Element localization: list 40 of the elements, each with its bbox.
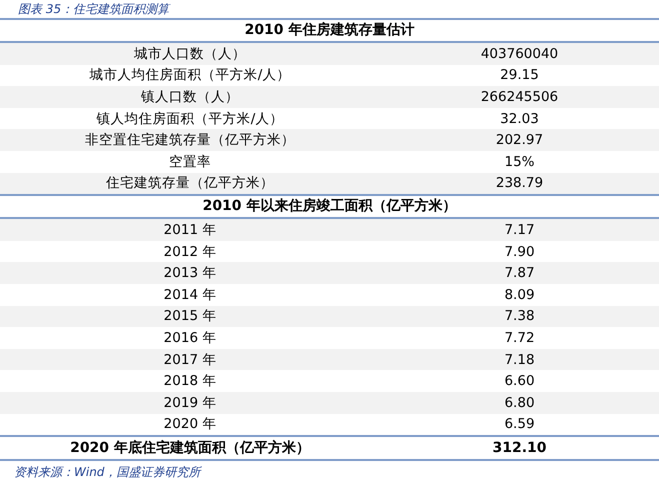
row-value: 238.79: [494, 175, 544, 192]
row-value: 7.72: [503, 330, 536, 346]
row-value: 202.97: [494, 132, 544, 148]
section-heading: 2010 年以来住房竣工面积（亿平方米）: [202, 196, 458, 216]
row-label: 镇人口数（人）: [140, 88, 240, 106]
row-label: 镇人均住房面积（平方米/人）: [96, 110, 284, 128]
row-value: 32.03: [499, 110, 540, 127]
row-value: 7.38: [503, 308, 536, 324]
row-label: 2020 年: [162, 415, 218, 434]
row-value: 6.60: [503, 373, 536, 390]
row-label: 住宅建筑存量（亿平方米）: [105, 174, 275, 192]
row-label: 城市人口数（人）: [133, 44, 247, 63]
row-value: 7.87: [503, 265, 536, 282]
figure-caption: 图表 35：住宅建筑面积测算: [17, 1, 172, 18]
row-label: 2015 年: [162, 307, 218, 326]
row-label: 城市人均住房面积（平方米/人）: [88, 66, 292, 84]
row-value: 15%: [503, 154, 536, 170]
source-note: 资料来源：Wind，国盛证券研究所: [13, 464, 203, 481]
row-value: 7.17: [503, 222, 536, 238]
row-value: 8.09: [503, 286, 536, 303]
row-value: 29.15: [499, 67, 540, 84]
total-label: 2020 年底住宅建筑面积（亿平方米）: [69, 438, 311, 457]
row-label: 空置率: [168, 152, 212, 171]
section-heading: 2010 年住房建筑存量估计: [244, 20, 416, 40]
row-value: 7.90: [503, 244, 536, 260]
row-label: 2017 年: [162, 350, 218, 369]
row-label: 2019 年: [162, 394, 218, 412]
row-value: 6.59: [503, 416, 536, 432]
row-value: 403760040: [480, 46, 560, 62]
row-label: 2018 年: [162, 372, 218, 390]
row-value: 266245506: [480, 88, 560, 105]
row-label: 2012 年: [162, 242, 218, 261]
row-label: 2014 年: [162, 286, 218, 304]
total-value: 312.10: [491, 440, 548, 456]
row-value: 7.18: [503, 352, 536, 368]
row-label: 2016 年: [162, 328, 218, 347]
row-label: 2013 年: [162, 264, 218, 282]
row-label: 2011 年: [162, 220, 218, 239]
row-value: 6.80: [503, 394, 536, 411]
row-label: 非空置住宅建筑存量（亿平方米）: [84, 131, 296, 150]
